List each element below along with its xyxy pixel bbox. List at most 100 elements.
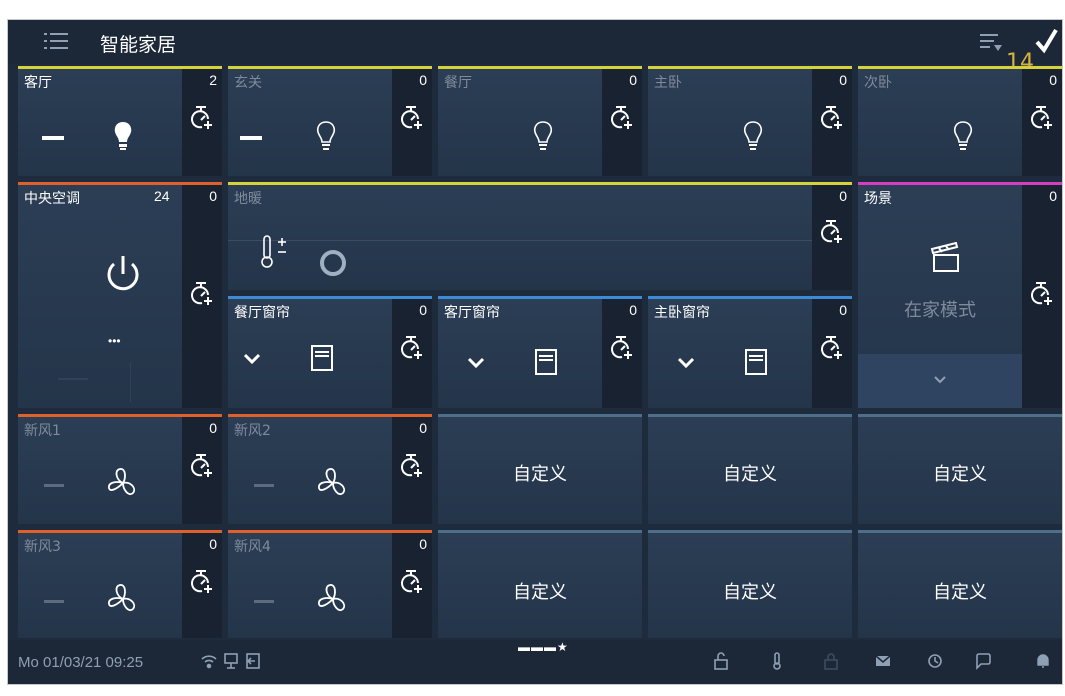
custom-label: 自定义 bbox=[723, 464, 777, 485]
timer-panel[interactable]: 0 bbox=[392, 299, 432, 408]
fan-icon[interactable] bbox=[316, 466, 350, 500]
fan-icon[interactable] bbox=[106, 466, 140, 500]
fan-tile-2[interactable]: 新风2 0 bbox=[228, 414, 432, 524]
chevron-down-icon[interactable] bbox=[932, 374, 948, 386]
bulb-off-icon[interactable] bbox=[532, 120, 554, 152]
chevron-down-icon[interactable] bbox=[466, 356, 486, 370]
room-tile-entrance[interactable]: 玄关 0 bbox=[228, 66, 432, 176]
chat-icon[interactable] bbox=[974, 652, 992, 670]
timer-count: 0 bbox=[839, 188, 847, 204]
scene-mode-label: 在家模式 bbox=[904, 300, 976, 321]
bell-icon[interactable] bbox=[1034, 652, 1052, 670]
custom-tile[interactable]: 自定义 bbox=[858, 414, 1062, 524]
curtain-tile-living[interactable]: 客厅窗帘 0 bbox=[438, 296, 642, 408]
bulb-on-icon[interactable] bbox=[112, 120, 134, 152]
thermometer-icon[interactable] bbox=[768, 652, 786, 670]
timer-add-icon[interactable] bbox=[610, 105, 634, 133]
timer-add-icon[interactable] bbox=[400, 335, 424, 363]
mail-icon[interactable] bbox=[874, 652, 892, 670]
timer-add-icon[interactable] bbox=[190, 281, 214, 309]
timer-panel[interactable]: 0 bbox=[182, 417, 222, 524]
timer-add-icon[interactable] bbox=[610, 335, 634, 363]
room-tile-second-bedroom[interactable]: 次卧 0 bbox=[858, 66, 1062, 176]
timer-count: 0 bbox=[209, 420, 217, 436]
custom-tile[interactable]: 自定义 bbox=[648, 414, 852, 524]
scene-tile[interactable]: 场景 在家模式 0 bbox=[858, 182, 1062, 408]
timer-add-icon[interactable] bbox=[1030, 105, 1054, 133]
more-dots[interactable]: ••• bbox=[108, 334, 121, 348]
curtain-icon[interactable] bbox=[744, 348, 768, 376]
minus-icon[interactable] bbox=[240, 136, 262, 140]
timer-add-icon[interactable] bbox=[400, 569, 424, 597]
history-icon[interactable] bbox=[926, 652, 944, 670]
timer-panel[interactable]: 0 bbox=[812, 299, 852, 408]
lock-open-icon[interactable] bbox=[712, 652, 730, 670]
menu-icon[interactable] bbox=[44, 30, 68, 52]
bulb-off-icon[interactable] bbox=[952, 120, 974, 152]
exit-icon[interactable] bbox=[244, 652, 262, 670]
custom-tile[interactable]: 自定义 bbox=[858, 530, 1062, 638]
check-icon[interactable] bbox=[1034, 28, 1058, 54]
filter-list-icon[interactable] bbox=[980, 32, 1004, 52]
timer-add-icon[interactable] bbox=[820, 335, 844, 363]
chevron-down-icon[interactable] bbox=[242, 352, 262, 366]
timer-panel[interactable]: 0 bbox=[182, 533, 222, 638]
timer-panel[interactable]: 0 bbox=[392, 533, 432, 638]
fan-tile-4[interactable]: 新风4 0 bbox=[228, 530, 432, 638]
timer-panel[interactable]: 0 bbox=[392, 69, 432, 176]
bulb-off-icon[interactable] bbox=[742, 120, 764, 152]
lock-icon[interactable] bbox=[822, 652, 840, 670]
clapperboard-icon[interactable] bbox=[930, 242, 962, 274]
fan-icon[interactable] bbox=[106, 582, 140, 616]
curtain-tile-dining[interactable]: 餐厅窗帘 0 bbox=[228, 296, 432, 408]
category-bar bbox=[438, 530, 642, 533]
timer-add-icon[interactable] bbox=[400, 105, 424, 133]
timer-add-icon[interactable] bbox=[190, 569, 214, 597]
page-indicator[interactable]: ▬▬▬★ bbox=[518, 640, 569, 654]
room-tile-dining[interactable]: 餐厅 0 bbox=[438, 66, 642, 176]
timer-panel[interactable]: 2 bbox=[182, 69, 222, 176]
timer-add-icon[interactable] bbox=[400, 453, 424, 481]
timer-add-icon[interactable] bbox=[820, 219, 844, 247]
timer-add-icon[interactable] bbox=[820, 105, 844, 133]
timer-panel[interactable]: 0 bbox=[182, 185, 222, 408]
timer-add-icon[interactable] bbox=[1030, 281, 1054, 309]
tile-name: 场景 bbox=[864, 191, 892, 207]
minus-icon[interactable] bbox=[254, 484, 274, 487]
power-icon[interactable] bbox=[104, 254, 142, 294]
minus-icon[interactable] bbox=[44, 600, 64, 603]
custom-tile[interactable]: 自定义 bbox=[438, 530, 642, 638]
floor-heating-tile[interactable]: 地暖 0 bbox=[228, 182, 852, 290]
timer-panel[interactable]: 0 bbox=[812, 185, 852, 290]
timer-panel[interactable]: 0 bbox=[1022, 185, 1062, 408]
timer-panel[interactable]: 0 bbox=[1022, 69, 1062, 176]
minus-icon[interactable] bbox=[254, 600, 274, 603]
fan-icon[interactable] bbox=[316, 582, 350, 616]
timer-panel[interactable]: 0 bbox=[602, 69, 642, 176]
timer-panel[interactable]: 0 bbox=[392, 417, 432, 524]
custom-label: 自定义 bbox=[513, 464, 567, 485]
custom-tile[interactable]: 自定义 bbox=[648, 530, 852, 638]
custom-tile[interactable]: 自定义 bbox=[438, 414, 642, 524]
thermostat-icon[interactable] bbox=[256, 232, 296, 272]
curtain-icon[interactable] bbox=[534, 348, 558, 376]
curtain-tile-master-bedroom[interactable]: 主卧窗帘 0 bbox=[648, 296, 852, 408]
timer-add-icon[interactable] bbox=[190, 105, 214, 133]
room-tile-master-bedroom[interactable]: 主卧 0 bbox=[648, 66, 852, 176]
timer-panel[interactable]: 0 bbox=[602, 299, 642, 408]
fan-tile-3[interactable]: 新风3 0 bbox=[18, 530, 222, 638]
fan-tile-1[interactable]: 新风1 0 bbox=[18, 414, 222, 524]
curtain-icon[interactable] bbox=[310, 344, 334, 372]
bulb-off-icon[interactable] bbox=[315, 120, 337, 152]
chevron-down-icon[interactable] bbox=[676, 356, 696, 370]
timer-add-icon[interactable] bbox=[190, 453, 214, 481]
tile-name: 新风4 bbox=[234, 539, 271, 555]
ac-tile[interactable]: 中央空调 24 ••• 0 bbox=[18, 182, 222, 408]
timer-panel[interactable]: 0 bbox=[812, 69, 852, 176]
minus-icon[interactable] bbox=[42, 136, 64, 140]
room-tile-living[interactable]: 客厅 2 bbox=[18, 66, 222, 176]
scene-dropdown[interactable] bbox=[858, 354, 1022, 408]
tile-name: 主卧 bbox=[654, 75, 682, 91]
ac-temperature: 24 bbox=[154, 188, 170, 204]
minus-icon[interactable] bbox=[44, 484, 64, 487]
